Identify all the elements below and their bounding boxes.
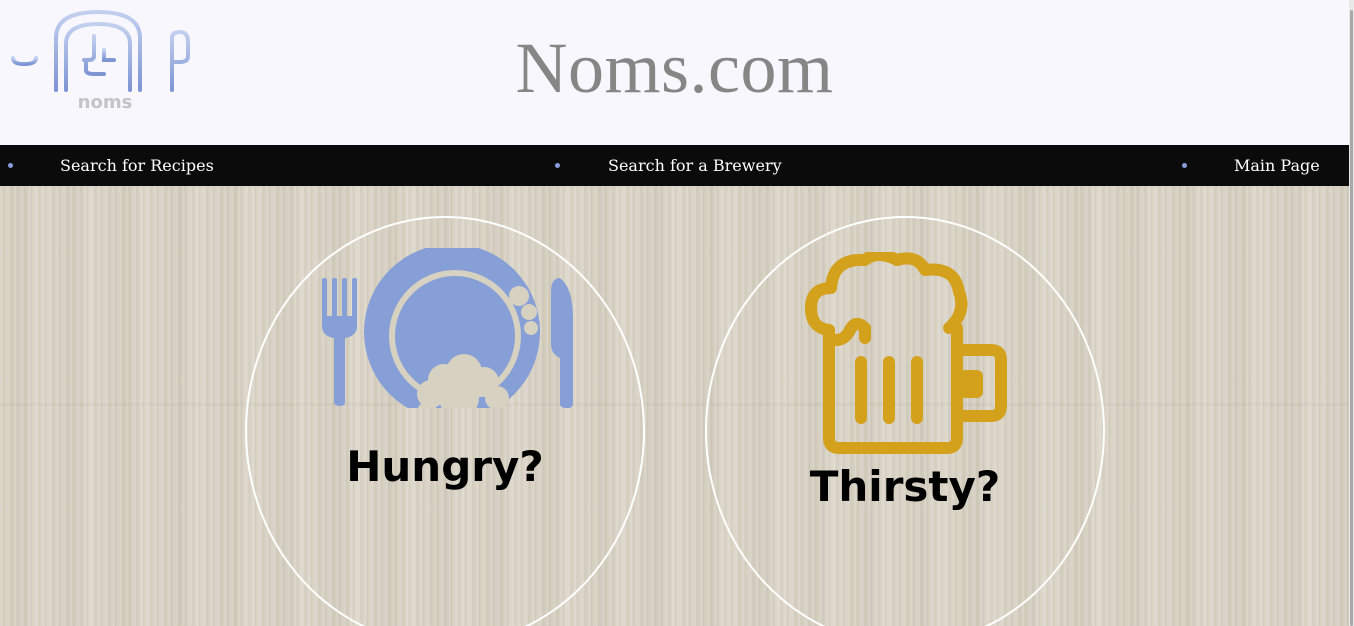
main-content: Hungry? Thirsty? — [0, 186, 1349, 626]
nav-link-main-page[interactable]: Main Page — [1234, 145, 1320, 186]
hungry-card[interactable]: Hungry? — [245, 216, 645, 626]
thirsty-card[interactable]: Thirsty? — [705, 216, 1105, 626]
nav-bar: Search for Recipes Search for a Brewery … — [0, 145, 1349, 186]
nav-link-search-recipes[interactable]: Search for Recipes — [60, 145, 214, 186]
hungry-label: Hungry? — [346, 442, 544, 491]
plate-fork-knife-icon — [322, 248, 573, 408]
nav-bullet-icon — [1182, 163, 1187, 168]
scrollbar-thumb[interactable] — [1350, 10, 1353, 626]
nav-bullet-icon — [555, 163, 560, 168]
nav-link-search-brewery[interactable]: Search for a Brewery — [608, 145, 782, 186]
thirsty-label: Thirsty? — [809, 462, 1001, 511]
beer-mug-icon — [805, 252, 1007, 454]
nav-bullet-icon — [8, 163, 13, 168]
page-title: Noms.com — [515, 28, 834, 108]
site-header: noms Noms.com — [0, 0, 1349, 145]
